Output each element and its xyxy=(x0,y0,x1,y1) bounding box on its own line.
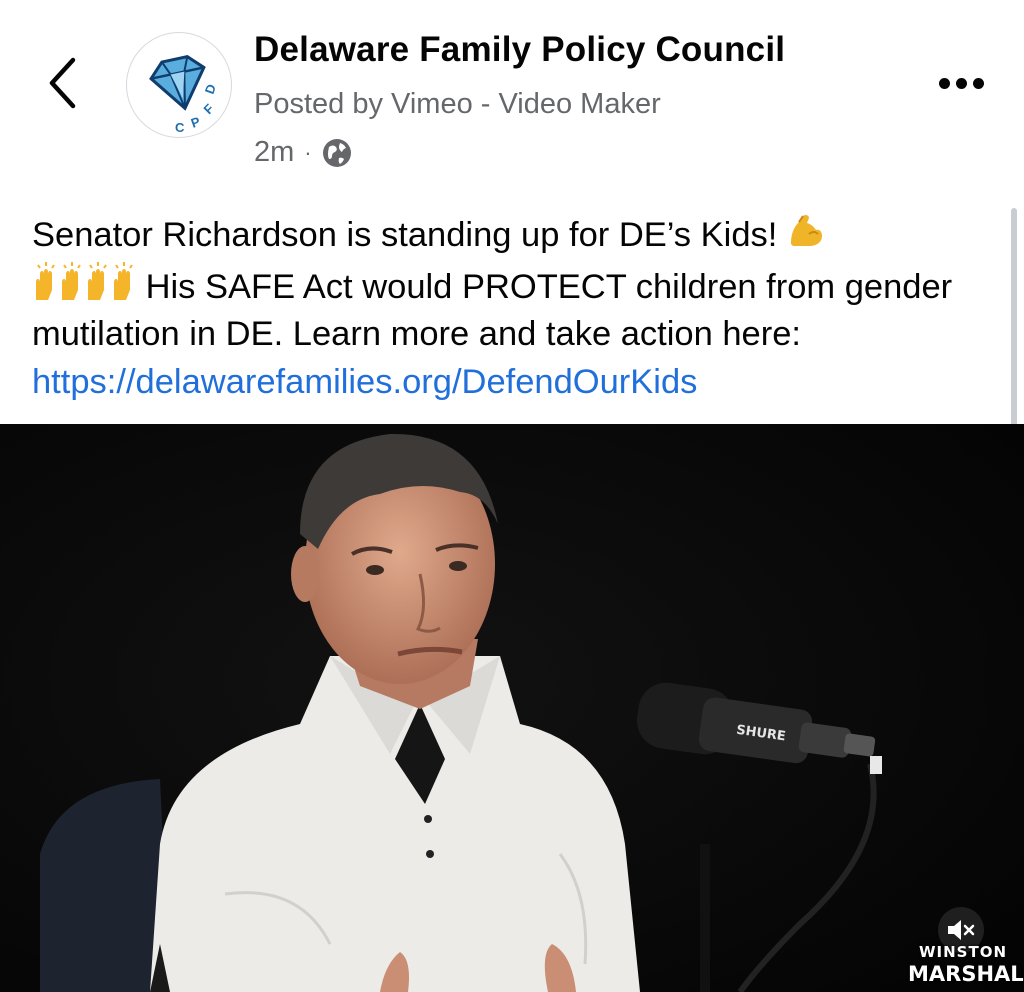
video-frame: SHURE xyxy=(0,424,1024,992)
more-icon-dot xyxy=(955,77,967,89)
more-icon-dot xyxy=(972,77,984,89)
svg-text:F: F xyxy=(201,101,217,117)
page-name[interactable]: Delaware Family Policy Council xyxy=(254,30,785,70)
more-options-button[interactable] xyxy=(930,68,992,98)
dfpc-logo: D F P C xyxy=(149,55,219,135)
back-chevron-icon xyxy=(49,57,76,109)
post-link[interactable]: https://delawarefamilies.org/DefendOurKi… xyxy=(32,363,697,401)
svg-text:D: D xyxy=(202,82,219,96)
post-message: Senator Richardson is standing up for DE… xyxy=(32,212,1002,406)
meta-separator: · xyxy=(304,139,312,165)
back-button[interactable] xyxy=(38,52,88,114)
page-avatar[interactable]: D F P C xyxy=(126,32,232,138)
video-player[interactable]: SHURE WINSTON MARSHALL xyxy=(0,424,1024,992)
more-icon-dot xyxy=(938,77,950,89)
svg-text:C: C xyxy=(175,120,185,135)
post-text-line1: Senator Richardson is standing up for DE… xyxy=(32,216,787,254)
scrollbar[interactable] xyxy=(1011,208,1017,432)
raising-hands-emoji xyxy=(88,261,133,300)
speaker-muted-icon xyxy=(948,920,975,940)
video-watermark: WINSTON MARSHALL xyxy=(908,941,1024,986)
post-time[interactable]: 2m xyxy=(254,136,294,169)
watermark-bottom: MARSHALL xyxy=(908,962,1024,986)
post-header: D F P C Delaware Family Policy Council P… xyxy=(0,0,1024,200)
svg-text:P: P xyxy=(189,114,203,131)
posted-by-text: Posted by Vimeo - Video Maker xyxy=(254,88,661,120)
post-text-body: His SAFE Act would PROTECT children from… xyxy=(32,267,953,354)
raising-hands-emoji xyxy=(36,261,81,300)
post-meta: 2m · xyxy=(254,136,352,169)
flexed-biceps-emoji xyxy=(790,214,822,246)
watermark-top: WINSTON xyxy=(918,943,1008,961)
globe-icon xyxy=(322,138,351,167)
